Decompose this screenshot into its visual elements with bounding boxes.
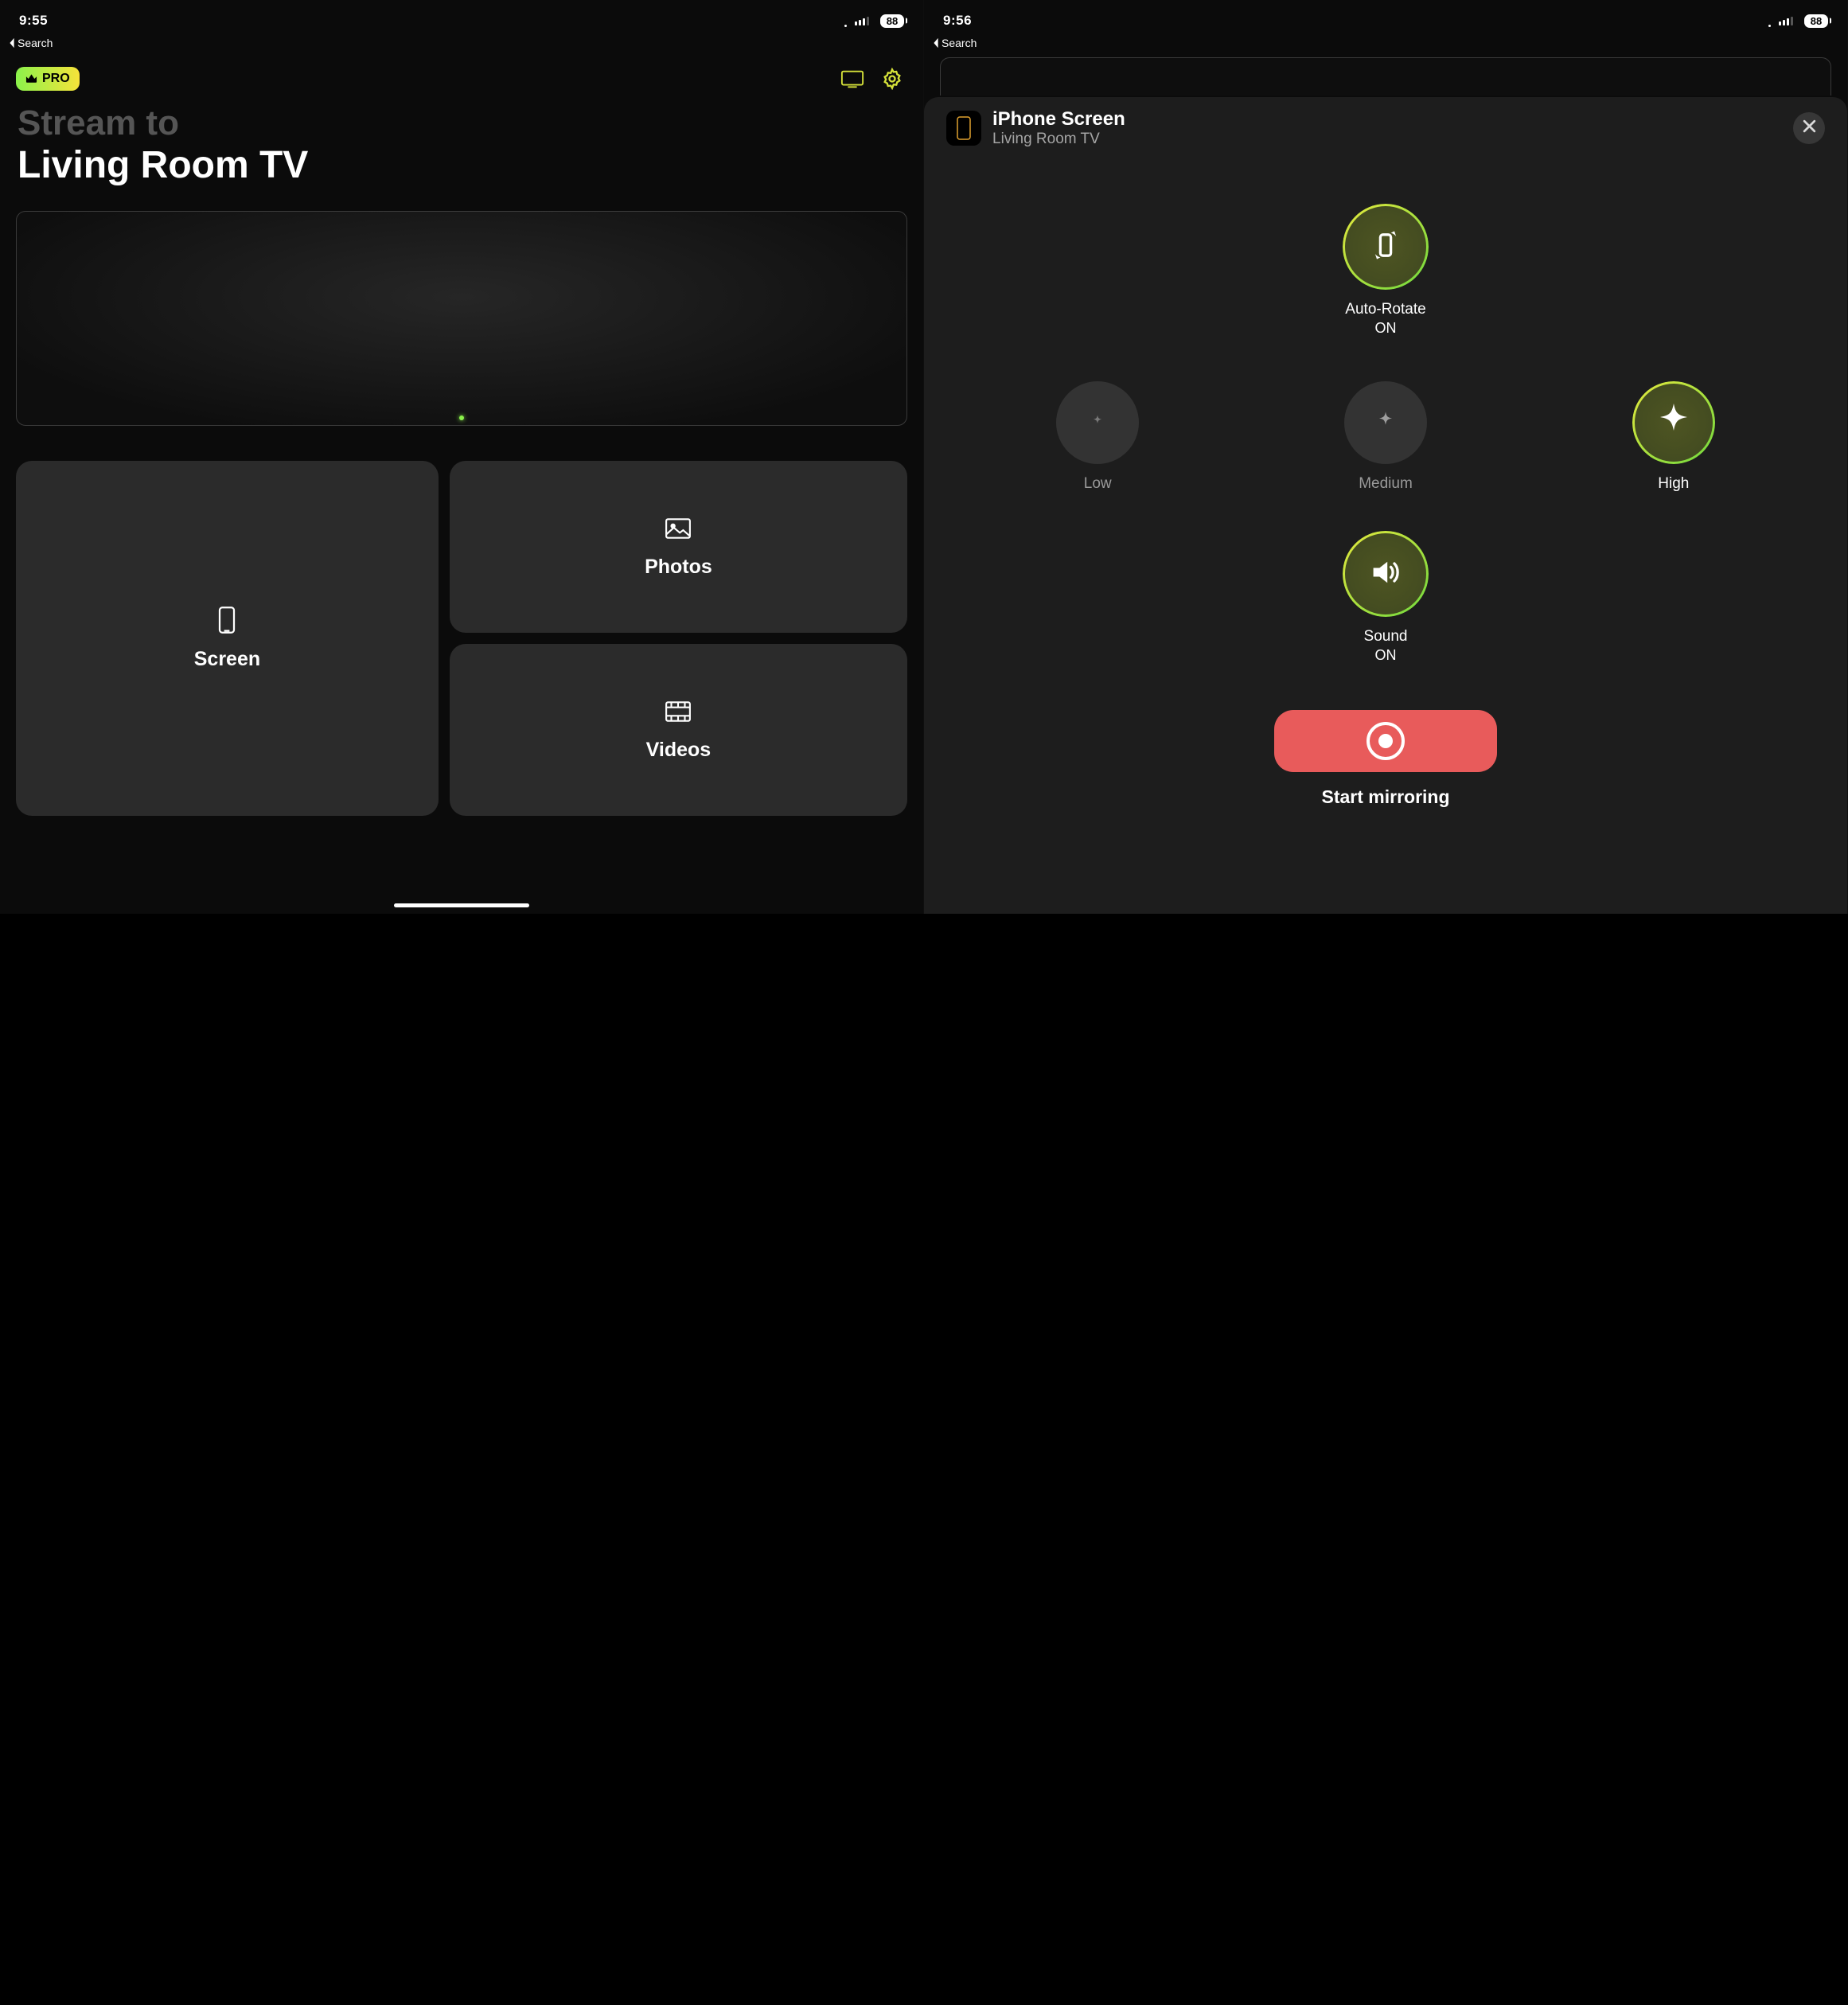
quality-medium-label: Medium: [1359, 475, 1413, 493]
back-label: Search: [18, 37, 53, 49]
mirroring-sheet-screen: 9:56 88 Search iPhone Screen Living Room…: [924, 0, 1848, 914]
cell-signal-icon: [1779, 17, 1793, 25]
status-bar: 9:55 88: [0, 0, 923, 35]
mirroring-sheet: iPhone Screen Living Room TV Auto-Rotate…: [924, 97, 1847, 914]
tv-preview: [16, 211, 907, 426]
sparkle-small-icon: [1090, 414, 1105, 432]
tile-videos-label: Videos: [646, 739, 712, 762]
sheet-subtitle: Living Room TV: [992, 131, 1782, 148]
status-icons: 88: [1768, 14, 1828, 28]
back-label: Search: [942, 37, 977, 49]
quality-high-label: High: [1658, 475, 1689, 493]
tile-photos[interactable]: Photos: [450, 461, 907, 633]
phone-icon: [217, 606, 236, 638]
back-to-search[interactable]: Search: [932, 37, 1847, 49]
start-mirroring-button[interactable]: [1274, 710, 1497, 772]
quality-low-label: Low: [1084, 475, 1112, 493]
rotate-icon: [1368, 228, 1403, 267]
clock: 9:55: [19, 13, 48, 29]
quality-low[interactable]: Low: [956, 381, 1239, 493]
home-screen: 9:55 88 Search PRO Stream to Living Room…: [0, 0, 924, 914]
sound-label: Sound: [1364, 628, 1408, 646]
close-button[interactable]: [1793, 112, 1825, 144]
tile-videos[interactable]: Videos: [450, 644, 907, 816]
title-main: Living Room TV: [18, 145, 906, 187]
close-icon: [1803, 119, 1816, 137]
home-indicator[interactable]: [394, 903, 529, 907]
back-to-search[interactable]: Search: [8, 37, 923, 49]
sheet-header: iPhone Screen Living Room TV: [946, 108, 1825, 148]
pro-label: PRO: [42, 72, 70, 86]
signal-extra-dot-icon: [1768, 25, 1771, 27]
signal-extra-dot-icon: [844, 25, 847, 27]
sheet-title: iPhone Screen: [992, 108, 1782, 131]
auto-rotate-toggle[interactable]: Auto-Rotate ON: [946, 204, 1825, 337]
sparkle-medium-icon: [1374, 410, 1397, 436]
settings-icon[interactable]: [877, 64, 907, 94]
quality-row: Low Medium High: [946, 381, 1825, 493]
sparkle-large-icon: [1655, 402, 1693, 444]
cast-icon[interactable]: [837, 64, 867, 94]
start-mirroring-label: Start mirroring: [1321, 786, 1449, 808]
cell-signal-icon: [855, 17, 869, 25]
phone-thumbnail-icon: [946, 111, 981, 146]
tv-preview-peek: [940, 57, 1831, 96]
rotate-state: ON: [1375, 320, 1397, 337]
tiles-grid: Screen Photos Videos: [0, 426, 923, 816]
film-icon: [665, 698, 692, 729]
image-icon: [665, 515, 692, 546]
battery-icon: 88: [880, 14, 904, 28]
speaker-icon: [1368, 555, 1403, 594]
status-bar: 9:56 88: [924, 0, 1847, 35]
clock: 9:56: [943, 13, 972, 29]
sound-toggle[interactable]: Sound ON: [946, 531, 1825, 664]
title-sub: Stream to: [18, 105, 906, 142]
record-icon: [1367, 722, 1405, 760]
battery-icon: 88: [1804, 14, 1828, 28]
status-icons: 88: [844, 14, 904, 28]
tile-screen-label: Screen: [194, 648, 260, 671]
header-row: PRO: [0, 49, 923, 94]
quality-high[interactable]: High: [1532, 381, 1815, 493]
tile-screen[interactable]: Screen: [16, 461, 439, 816]
hero-title: Stream to Living Room TV: [0, 94, 923, 187]
pro-badge[interactable]: PRO: [16, 67, 80, 91]
sound-state: ON: [1375, 647, 1397, 664]
tile-photos-label: Photos: [645, 556, 712, 579]
quality-medium[interactable]: Medium: [1244, 381, 1527, 493]
rotate-label: Auto-Rotate: [1345, 301, 1425, 318]
